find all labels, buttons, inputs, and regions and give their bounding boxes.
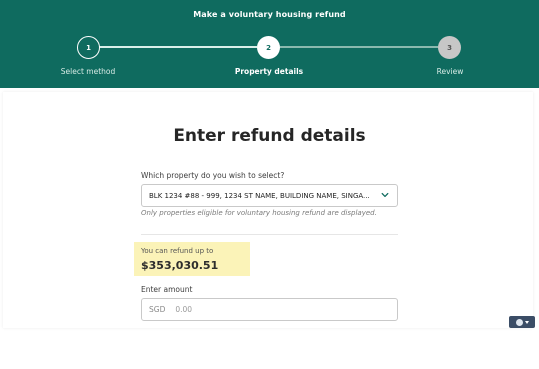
page-title: Enter refund details (173, 126, 366, 146)
property-select[interactable]: BLK 1234 #88 - 999, 1234 ST NAME, BUILDI… (141, 184, 398, 207)
amount-input[interactable]: SGD 0.00 (141, 298, 398, 321)
selected-property-value: BLK 1234 #88 - 999, 1234 ST NAME, BUILDI… (149, 191, 370, 200)
step-1-label: Select method (60, 67, 116, 76)
refund-limit-label: You can refund up to (141, 247, 214, 255)
refund-limit-amount: $353,030.51 (141, 259, 219, 272)
currency-prefix: SGD (149, 305, 166, 314)
property-hint: Only properties eligible for voluntary h… (141, 209, 377, 217)
property-question-label: Which property do you wish to select? (141, 171, 285, 180)
amount-placeholder: 0.00 (175, 305, 193, 314)
stepper-connector-2 (280, 46, 438, 48)
amount-field-label: Enter amount (141, 285, 193, 294)
step-2-indicator: 2 (257, 36, 280, 59)
globe-icon (515, 318, 523, 326)
step-3-indicator: 3 (438, 36, 461, 59)
page-header: Make a voluntary housing refund 1 2 3 Se… (0, 0, 539, 88)
language-selector[interactable] (509, 316, 535, 328)
step-3-label: Review (436, 67, 464, 76)
stepper-connector-1 (99, 46, 257, 48)
step-1-indicator: 1 (77, 36, 100, 59)
step-2-label: Property details (234, 67, 304, 76)
section-divider (141, 234, 398, 235)
caret-down-icon (524, 320, 529, 324)
flow-title: Make a voluntary housing refund (193, 10, 346, 19)
chevron-down-icon (381, 192, 389, 198)
